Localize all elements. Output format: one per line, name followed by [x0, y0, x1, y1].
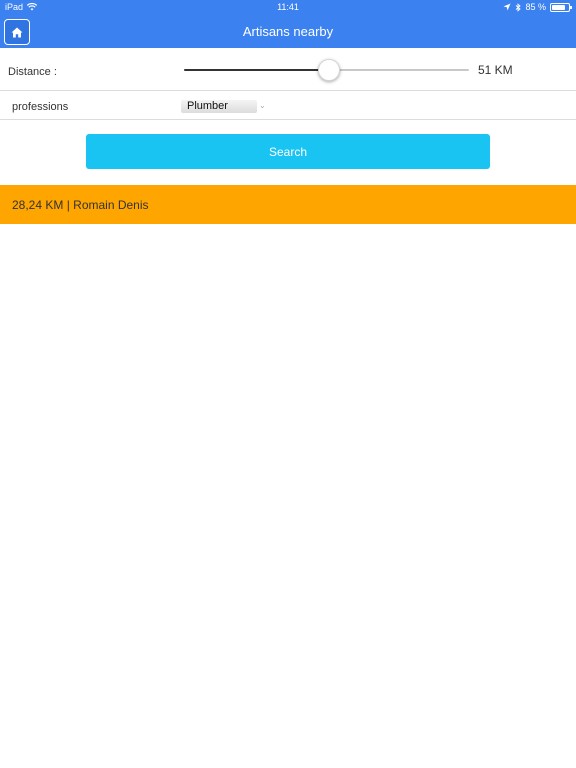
bluetooth-icon	[516, 2, 522, 12]
distance-slider[interactable]	[184, 59, 469, 81]
distance-value: 51 KM	[478, 63, 513, 77]
professions-label: professions	[12, 101, 69, 113]
page-title: Artisans nearby	[242, 24, 334, 39]
list-item[interactable]: 28,24 KM | Romain Denis	[0, 185, 576, 224]
chevron-down-icon[interactable]: ⌄	[259, 101, 266, 110]
navigation-bar: Artisans nearby	[0, 16, 576, 48]
search-button[interactable]: Search	[86, 134, 490, 169]
battery-icon	[550, 2, 572, 12]
professions-select[interactable]: Plumber	[181, 100, 257, 113]
distance-slider-thumb[interactable]	[318, 59, 341, 81]
status-right: 85 %	[503, 2, 572, 12]
result-item-text: 28,24 KM | Romain Denis	[12, 198, 149, 212]
battery-percent: 85 %	[525, 2, 546, 12]
battery-fill	[552, 4, 565, 10]
professions-row: professions Plumber ⌄	[0, 91, 576, 120]
distance-label: Distance :	[8, 66, 57, 78]
status-time: 11:41	[277, 2, 299, 12]
distance-slider-fill	[184, 69, 330, 71]
location-arrow-icon	[503, 3, 511, 11]
distance-row: Distance : 51 KM	[0, 48, 576, 91]
status-bar: iPad 11:41 85 %	[0, 0, 576, 16]
